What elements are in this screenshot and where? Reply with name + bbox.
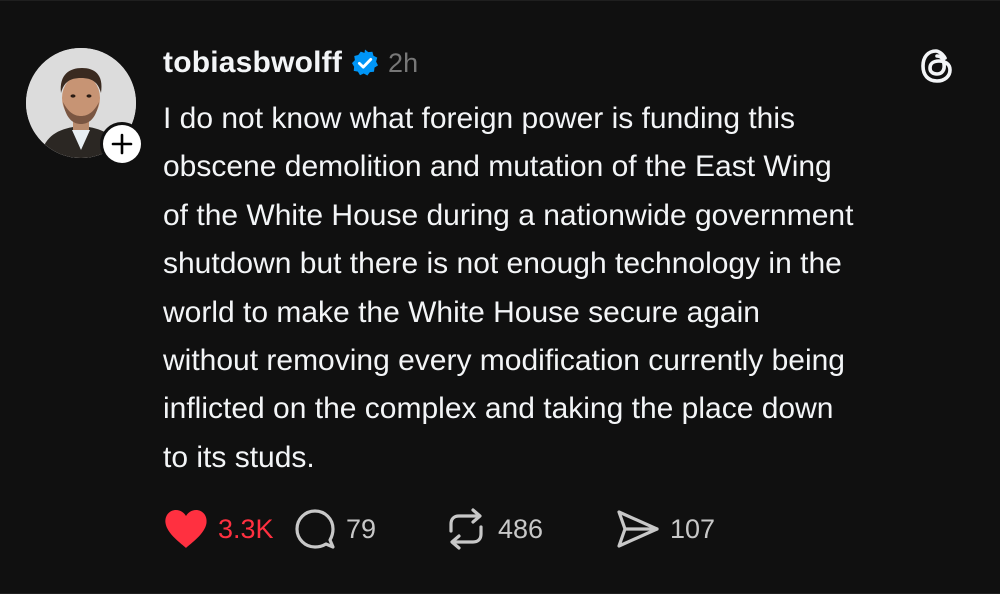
- post-body-line: to its studs.: [163, 440, 315, 474]
- avatar-container: [26, 48, 144, 166]
- post-body-line: of the White House during a nationwide g…: [163, 198, 854, 232]
- speech-bubble-icon: [293, 507, 337, 551]
- reply-button[interactable]: 79: [293, 506, 443, 552]
- action-bar: 3.3K 79 486 107: [163, 506, 735, 552]
- post-card: tobiasbwolff 2h I do not know what forei…: [0, 0, 1000, 594]
- follow-button[interactable]: [100, 122, 144, 166]
- like-count: 3.3K: [218, 513, 274, 544]
- post-timestamp: 2h: [388, 47, 419, 78]
- post-body-line: inflicted on the complex and taking the …: [163, 392, 834, 426]
- post-header: tobiasbwolff 2h: [163, 43, 418, 83]
- threads-logo-icon[interactable]: [916, 45, 958, 87]
- username[interactable]: tobiasbwolff: [163, 46, 342, 80]
- post-body-line: without removing every modification curr…: [163, 344, 845, 378]
- post-body-line: shutdown but there is not enough technol…: [163, 247, 842, 281]
- paper-plane-icon: [615, 507, 661, 551]
- post-body-line: I do not know what foreign power is fund…: [163, 102, 796, 135]
- repost-arrows-icon: [443, 507, 489, 551]
- plus-icon: [103, 125, 141, 163]
- share-count: 107: [670, 513, 716, 544]
- post-body-line: world to make the White House secure aga…: [163, 295, 760, 329]
- like-button[interactable]: 3.3K: [163, 506, 293, 552]
- verified-badge-icon: [350, 48, 380, 78]
- share-button[interactable]: 107: [615, 506, 735, 552]
- heart-icon: [163, 508, 209, 550]
- repost-button[interactable]: 486: [443, 506, 615, 552]
- post-body: I do not know what foreign power is fund…: [163, 95, 978, 482]
- post-body-line: obscene demolition and mutation of the E…: [163, 150, 832, 184]
- reply-count: 79: [346, 513, 377, 544]
- repost-count: 486: [498, 513, 544, 544]
